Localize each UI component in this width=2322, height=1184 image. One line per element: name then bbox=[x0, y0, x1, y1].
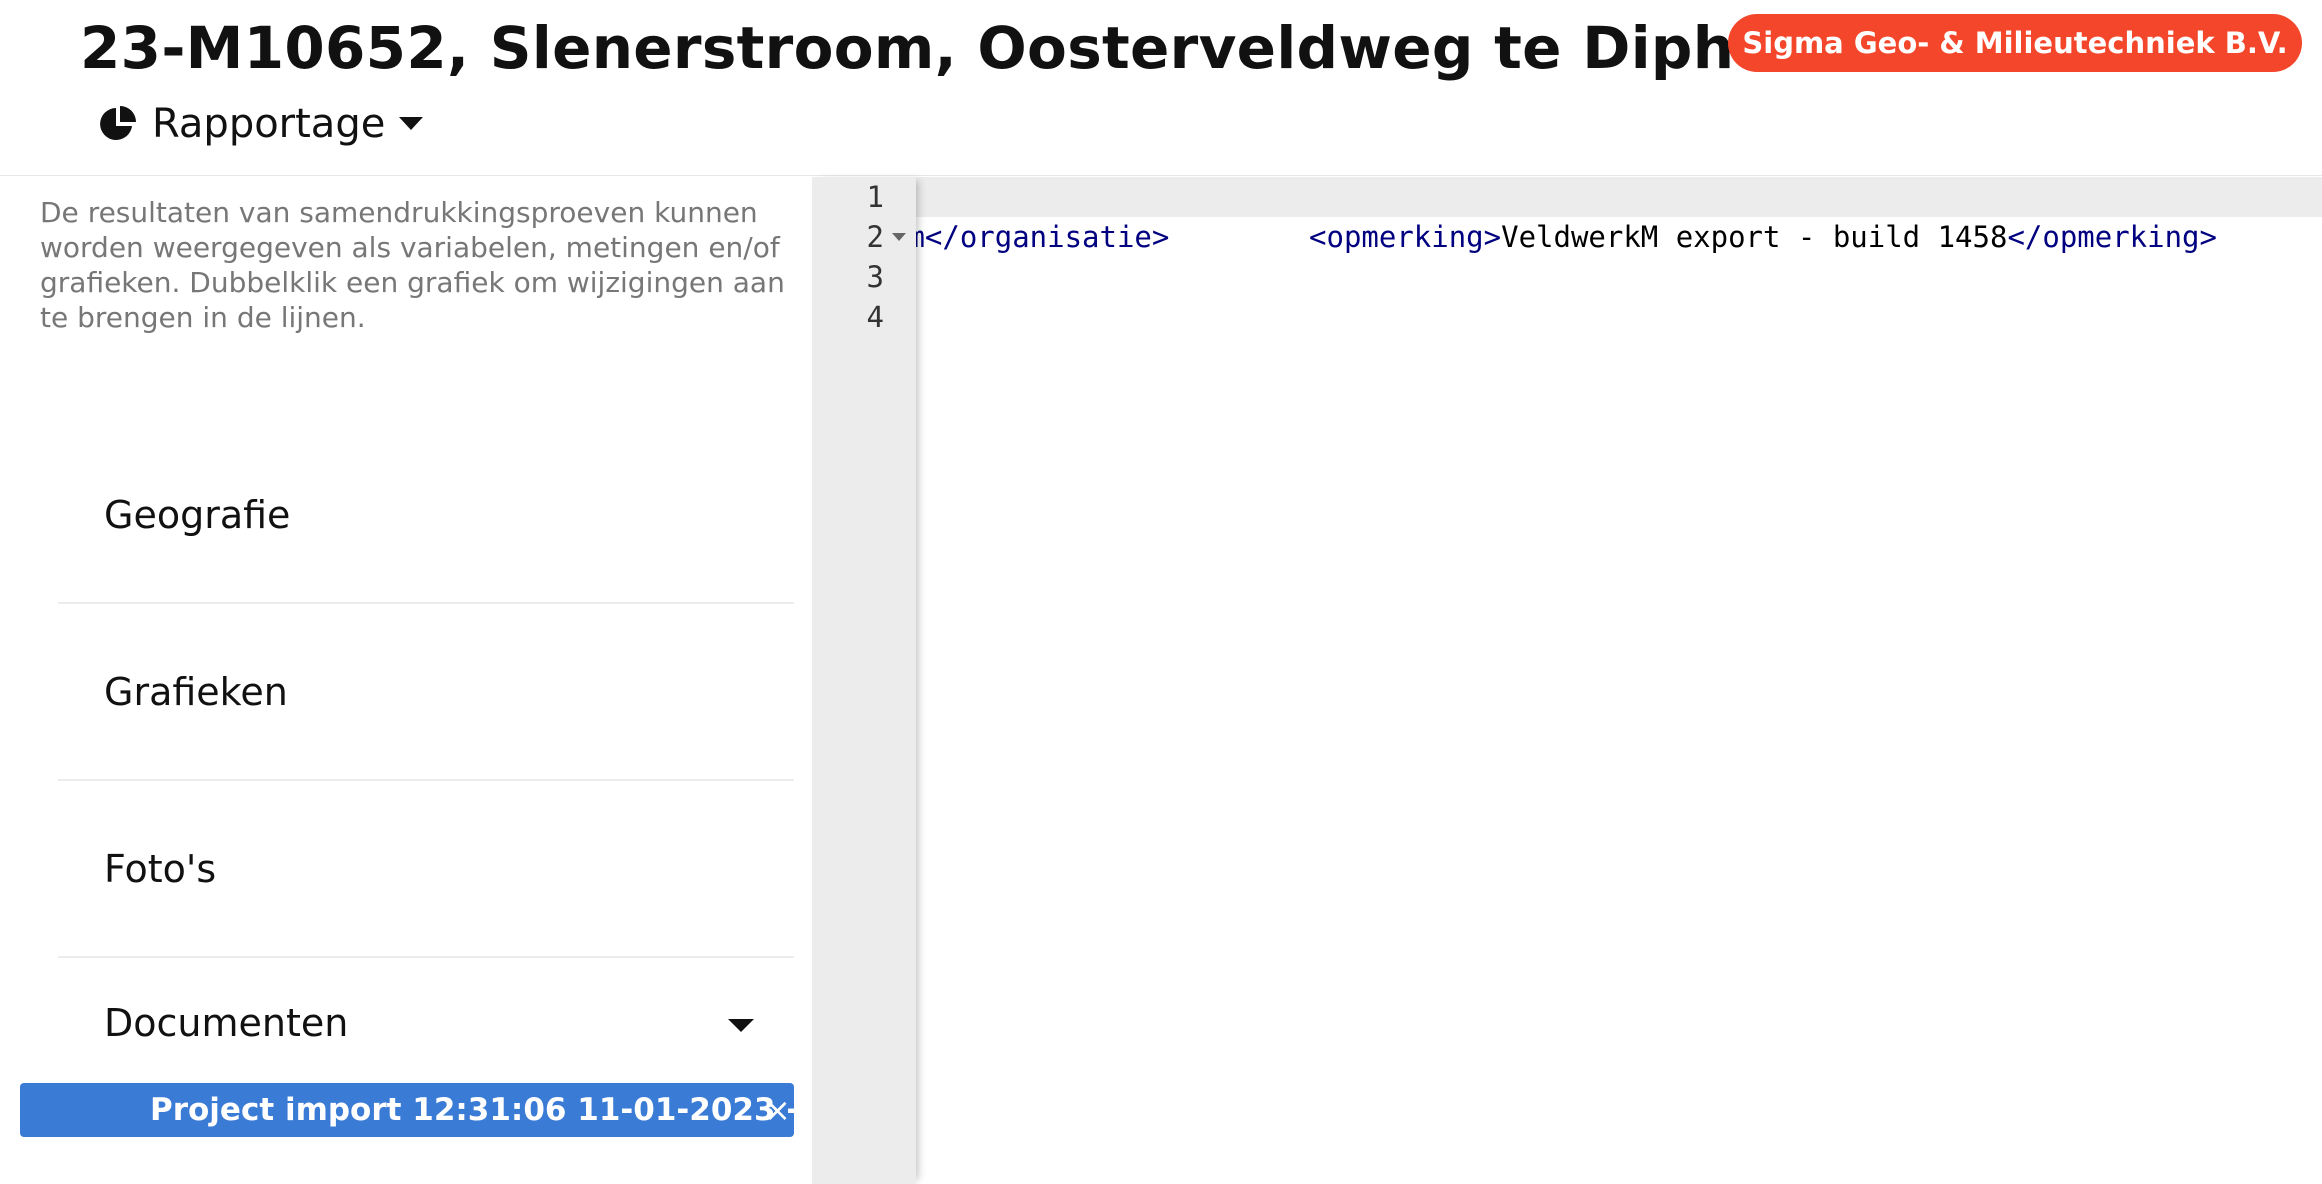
sidebar-item-label: Documenten bbox=[104, 1001, 349, 1045]
active-line-highlight bbox=[916, 177, 2322, 217]
xml-tag: </opmerking> bbox=[2007, 220, 2217, 254]
caret-down-icon bbox=[399, 117, 424, 130]
code-prefix: om bbox=[916, 220, 925, 254]
line-number-gutter: 1 2 3 4 bbox=[812, 177, 916, 1184]
sidebar-item-grafieken[interactable]: Grafieken bbox=[58, 604, 794, 781]
close-icon[interactable]: × bbox=[764, 1083, 791, 1137]
fold-arrow-icon[interactable] bbox=[892, 233, 906, 243]
sidebar-item-documenten[interactable]: Documenten bbox=[58, 958, 794, 1088]
header: 23-M10652, Slenerstroom, Oosterveldweg t… bbox=[0, 0, 2322, 176]
sidebar: De resultaten van samendrukkingsproeven … bbox=[0, 177, 812, 1184]
sidebar-item-label: Grafieken bbox=[104, 669, 288, 714]
code-editor[interactable]: om</organisatie> <opmerking>VeldwerkM ex… bbox=[916, 177, 2322, 1184]
menu-label: Rapportage bbox=[152, 101, 386, 147]
sidebar-item-label: Foto's bbox=[104, 846, 217, 891]
sidebar-item-fotos[interactable]: Foto's bbox=[58, 781, 794, 958]
sidebar-item-geografie[interactable]: Geografie bbox=[58, 427, 794, 604]
page-title: 23-M10652, Slenerstroom, Oosterveldweg t… bbox=[80, 14, 1886, 82]
pie-chart-icon bbox=[100, 106, 136, 140]
xml-tag: </organisatie> bbox=[924, 220, 1170, 254]
chevron-down-icon bbox=[728, 1019, 754, 1032]
selected-document-item[interactable]: Project import 12:31:06 11-01-2023 - Ve … bbox=[20, 1083, 794, 1137]
line-number: 2 bbox=[866, 220, 884, 254]
line-number: 4 bbox=[866, 300, 884, 334]
document-label: Project import 12:31:06 11-01-2023 - Ve bbox=[150, 1092, 794, 1128]
line-number: 3 bbox=[866, 260, 884, 294]
xml-tag: <opmerking> bbox=[1309, 220, 1502, 254]
rapportage-menu-button[interactable]: Rapportage bbox=[98, 96, 424, 152]
code-spacer bbox=[1169, 220, 1309, 254]
line-number: 1 bbox=[866, 180, 884, 214]
company-badge[interactable]: Sigma Geo- & Milieutechniek B.V. bbox=[1728, 14, 2302, 72]
sidebar-item-label: Geografie bbox=[104, 492, 291, 537]
code-line-2: om</organisatie> <opmerking>VeldwerkM ex… bbox=[916, 217, 2217, 257]
sidebar-description: De resultaten van samendrukkingsproeven … bbox=[40, 196, 785, 334]
xml-text: VeldwerkM export - build 1458 bbox=[1501, 220, 2008, 254]
